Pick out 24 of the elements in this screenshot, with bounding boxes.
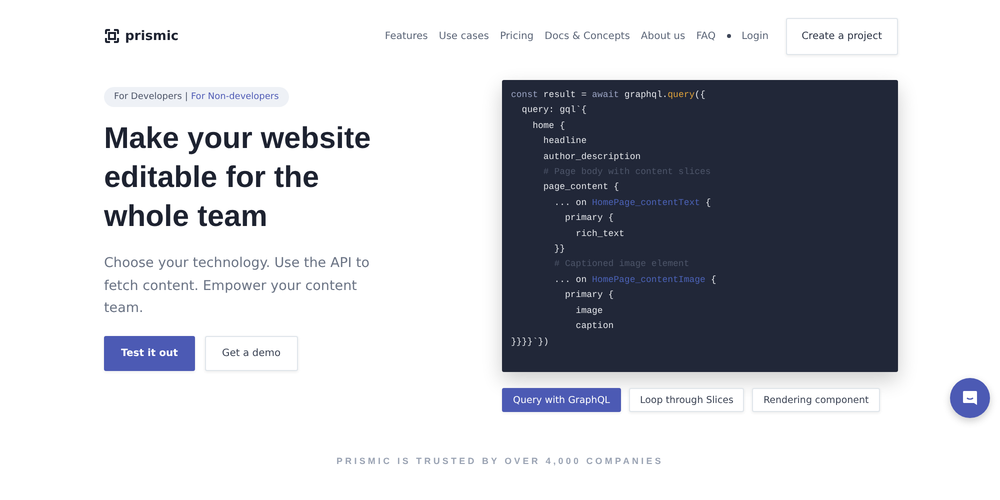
headline: Make your website editable for the whole team xyxy=(104,121,372,235)
logo-text[interactable]: prismic xyxy=(125,28,179,44)
dot-icon xyxy=(726,34,731,38)
subtitle: Choose your technology. Use the API to fetch content. Empower your content team. xyxy=(104,254,371,318)
chat-button[interactable] xyxy=(950,378,990,418)
nav-link[interactable]: About us xyxy=(640,30,686,42)
test-button[interactable]: Test it out xyxy=(104,336,195,370)
nav-link[interactable]: Docs & Concepts xyxy=(544,30,630,42)
nav-link[interactable]: Pricing xyxy=(500,30,534,42)
code-tab[interactable]: Query with GraphQL xyxy=(502,388,621,412)
demo-button[interactable]: Get a demo xyxy=(204,336,298,370)
chat-icon xyxy=(961,389,979,407)
audience-link[interactable]: For Developers xyxy=(114,92,182,102)
code-tab[interactable]: Rendering component xyxy=(752,388,880,412)
nav-link[interactable]: Features xyxy=(384,30,428,42)
separator-text: | xyxy=(184,92,188,102)
create-project-button[interactable]: Create a project xyxy=(786,18,898,54)
code-tab[interactable]: Loop through Slices xyxy=(628,388,744,412)
nav-link[interactable]: FAQ xyxy=(696,30,716,42)
logo-icon xyxy=(104,28,120,44)
nav-link[interactable]: Use cases xyxy=(438,30,489,42)
login-link[interactable]: Login xyxy=(742,30,769,42)
audience-link[interactable]: For Non-developers xyxy=(190,92,279,102)
trusted-text: PRISMIC IS TRUSTED BY OVER 4,000 COMPANIES xyxy=(336,456,664,466)
